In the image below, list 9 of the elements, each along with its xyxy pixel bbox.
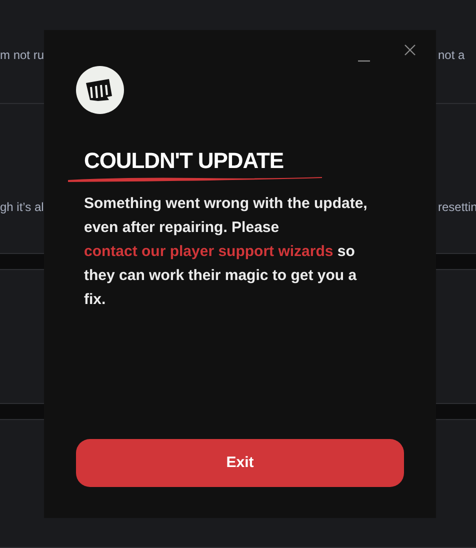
dialog-title: COULDN'T UPDATE [84, 148, 284, 174]
error-message: Something went wrong with the update, even after repairing. Please contact our player support wizards so they can work their magic to get you a fix. [83, 194, 368, 310]
exit-button[interactable]: Exit [76, 439, 404, 487]
background-text: not a [438, 47, 465, 63]
background-text: m not ru [0, 47, 44, 63]
background-text: gh it’s al [0, 199, 44, 215]
close-icon[interactable] [404, 44, 416, 56]
fist-logo-icon [76, 66, 124, 114]
support-link[interactable]: contact our player support wizards [84, 243, 334, 260]
